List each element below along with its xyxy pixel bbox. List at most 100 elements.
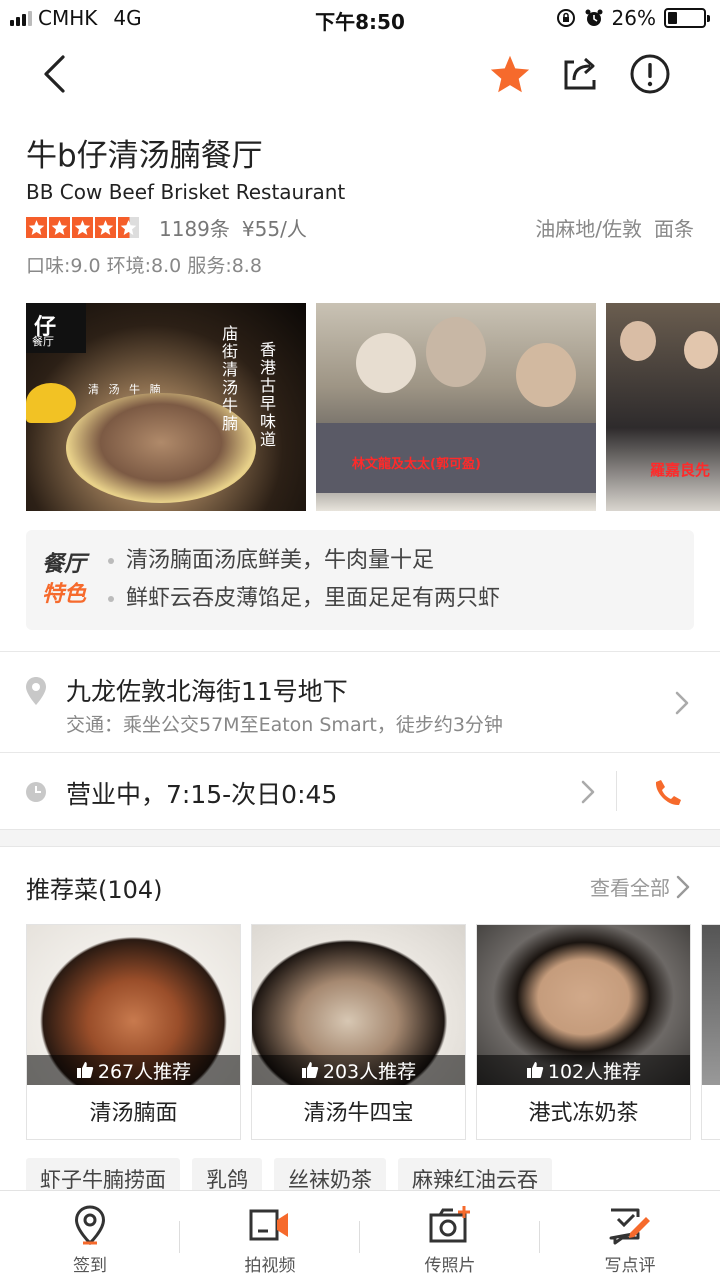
recommended-title: 推荐菜(104)	[26, 876, 163, 904]
share-button[interactable]	[556, 50, 604, 98]
tab-label: 写点评	[604, 1256, 656, 1276]
dish-likes-text: 267人推荐	[97, 1060, 192, 1083]
dish-likes-text: 102人推荐	[547, 1060, 642, 1083]
dish-tags: 虾子牛腩捞面 乳鸽 丝袜奶茶 麻辣红油云吞	[26, 1158, 720, 1194]
photo-text-vertical-a: 庙街清汤牛腩	[219, 325, 238, 433]
video-camera-icon	[249, 1209, 288, 1241]
dish-card[interactable]: 267人推荐 清汤腩面	[26, 924, 241, 1140]
dish-name: 港式冻奶茶	[528, 1101, 639, 1126]
feature-item: 清汤腩面汤底鲜美，牛肉量十足	[106, 542, 500, 580]
tab-label: 拍视频	[244, 1256, 296, 1276]
view-all-label: 查看全部	[590, 876, 670, 900]
photo-caption: 林文龍及太太(郭可盈)	[352, 457, 481, 472]
dish-card[interactable]: 102人推荐 港式冻奶茶	[476, 924, 691, 1140]
star-rating	[26, 216, 139, 238]
chevron-left-icon	[44, 55, 65, 93]
photo-person-4	[620, 321, 656, 361]
exclamation-icon	[630, 54, 670, 94]
location-pin-icon	[74, 1205, 106, 1245]
dish-likes: 102人推荐	[477, 1055, 690, 1085]
dish-image: 102人推荐	[477, 925, 690, 1085]
sub-scores: 口味:9.0 环境:8.0 服务:8.8	[26, 255, 262, 277]
call-button[interactable]	[646, 771, 690, 815]
report-button[interactable]	[626, 50, 674, 98]
restaurant-features: 餐厅 特色 清汤腩面汤底鲜美，牛肉量十足 鲜虾云吞皮薄馅足，里面足足有两只虾	[26, 530, 694, 630]
photo-dish[interactable]: 仔 餐厅 清 汤 牛 腩 庙街清汤牛腩 香港古早味道	[26, 303, 306, 511]
tab-label: 签到	[73, 1256, 107, 1276]
hours-text: 营业中，7:15-次日0:45	[66, 780, 338, 809]
address-row[interactable]: 九龙佐敦北海街11号地下 交通：乘坐公交57M至Eaton Smart，徒步约3…	[0, 652, 720, 752]
nav-bar	[0, 40, 720, 106]
dish-name: 清汤牛四宝	[303, 1101, 414, 1126]
alarm-icon	[585, 9, 603, 26]
section-gap	[0, 829, 720, 847]
restaurant-name: 牛b仔清汤腩餐厅	[26, 138, 263, 174]
dish-card[interactable]: 203人推荐 清汤牛四宝	[251, 924, 466, 1140]
area-label: 油麻地/佐敦	[535, 216, 642, 241]
dish-tag[interactable]: 丝袜奶茶	[274, 1158, 386, 1194]
review-count[interactable]: 1189条	[159, 213, 230, 242]
category-label: 面条	[654, 216, 694, 241]
photo-celebrities[interactable]: 林文龍及太太(郭可盈)	[316, 303, 596, 511]
dish-likes-text: 203人推荐	[322, 1060, 417, 1083]
star-icon	[118, 216, 139, 238]
rating-row: 1189条 ¥55/人 油麻地/佐敦 面条	[26, 212, 694, 242]
dish-image: 267人推荐	[27, 925, 240, 1085]
photo-gallery[interactable]: 仔 餐厅 清 汤 牛 腩 庙街清汤牛腩 香港古早味道 林文龍及太太(郭可盈) 羅…	[26, 303, 720, 511]
vertical-divider	[616, 771, 617, 811]
thumbs-up-icon	[526, 1062, 544, 1078]
photo-text-vertical-b: 香港古早味道	[257, 341, 276, 449]
restaurant-name-en: BB Cow Beef Brisket Restaurant	[26, 180, 346, 204]
dish-image	[702, 925, 720, 1085]
star-icon	[26, 216, 47, 238]
photo-guest[interactable]: 羅嘉良先	[606, 303, 720, 511]
clock-icon	[26, 782, 46, 802]
star-icon	[49, 216, 70, 238]
upload-photo-button[interactable]: 传照片	[360, 1191, 540, 1280]
chevron-right-icon	[675, 691, 689, 715]
favorite-button[interactable]	[486, 50, 534, 98]
thumbs-up-icon	[301, 1062, 319, 1078]
features-badge: 餐厅 特色	[42, 550, 96, 610]
recommended-dishes[interactable]: 267人推荐 清汤腩面 203人推荐 清汤牛四宝 102人推荐 港式冻奶茶	[26, 924, 720, 1142]
status-right: 26%	[556, 6, 710, 30]
view-all-button[interactable]: 查看全部	[590, 872, 690, 901]
dish-card[interactable]	[701, 924, 720, 1140]
chevron-right-icon	[581, 780, 595, 804]
share-icon	[564, 57, 596, 90]
location-pin-icon	[26, 677, 46, 705]
photo-decoration	[26, 383, 76, 423]
star-icon	[72, 216, 93, 238]
photo-logo-subtext: 餐厅	[32, 335, 54, 348]
photo-person-3	[516, 343, 576, 407]
features-list: 清汤腩面汤底鲜美，牛肉量十足 鲜虾云吞皮薄馅足，里面足足有两只虾	[106, 542, 500, 618]
status-bar: CMHK 4G 下午8:50 26%	[0, 0, 720, 36]
record-video-button[interactable]: 拍视频	[180, 1191, 360, 1280]
dish-image: 203人推荐	[252, 925, 465, 1085]
dish-tag[interactable]: 麻辣红油云吞	[398, 1158, 552, 1194]
photo-person-5	[684, 331, 718, 369]
dish-name: 清汤腩面	[89, 1101, 178, 1126]
transit-text: 交通：乘坐公交57M至Eaton Smart，徒步约3分钟	[66, 714, 503, 736]
star-icon	[490, 55, 530, 93]
phone-icon	[655, 780, 681, 806]
address-text: 九龙佐敦北海街11号地下	[66, 677, 348, 706]
feature-item: 鲜虾云吞皮薄馅足，里面足足有两只虾	[106, 580, 500, 618]
bottom-action-bar: 签到 拍视频 传照片 写点评	[0, 1190, 720, 1280]
dish-tag[interactable]: 乳鸽	[192, 1158, 262, 1194]
checkin-button[interactable]: 签到	[0, 1191, 180, 1280]
photo-person-2	[426, 317, 486, 387]
dish-likes: 267人推荐	[27, 1055, 240, 1085]
chevron-right-icon	[676, 875, 690, 898]
back-button[interactable]	[30, 50, 78, 98]
thumbs-up-icon	[76, 1062, 94, 1078]
tab-label: 传照片	[424, 1256, 476, 1276]
write-review-button[interactable]: 写点评	[540, 1191, 720, 1280]
features-badge-line1: 餐厅	[42, 552, 87, 577]
dish-tag[interactable]: 虾子牛腩捞面	[26, 1158, 180, 1194]
features-badge-line2: 特色	[42, 582, 87, 607]
rotation-lock-icon	[556, 9, 575, 27]
battery-percent: 26%	[611, 6, 656, 30]
hours-row[interactable]: 营业中，7:15-次日0:45	[0, 753, 720, 829]
camera-plus-icon	[429, 1206, 470, 1243]
